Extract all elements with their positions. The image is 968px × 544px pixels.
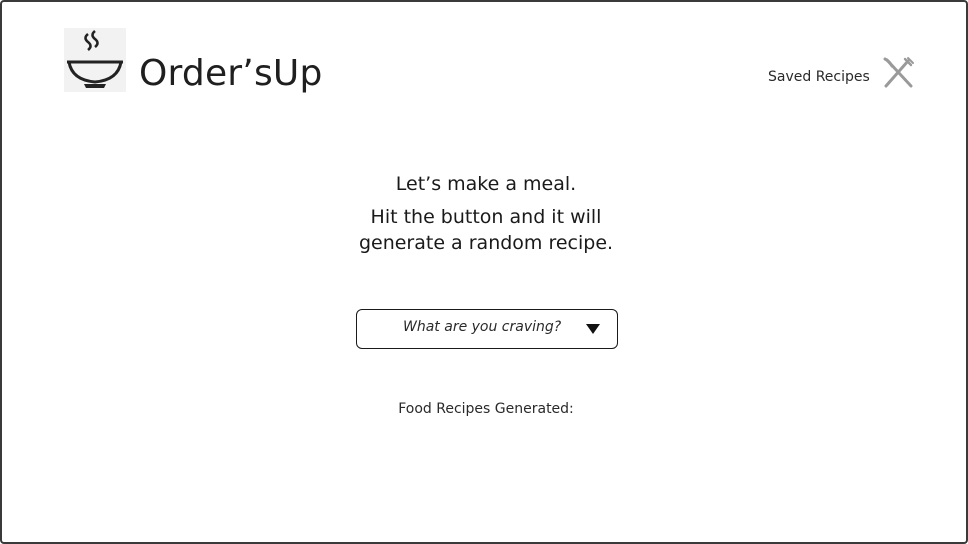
craving-dropdown[interactable]: What are you craving? bbox=[356, 309, 618, 349]
craving-dropdown-placeholder: What are you craving? bbox=[403, 319, 562, 335]
intro-description: Hit the button and it will generate a ra… bbox=[358, 206, 614, 254]
intro-text: Let’s make a meal. Hit the button and it… bbox=[286, 172, 686, 256]
fork-knife-icon[interactable] bbox=[880, 56, 916, 90]
app-window: Order’sUp Saved Recipes Let’s make a mea… bbox=[0, 0, 968, 544]
recipes-generated-label: Food Recipes Generated: bbox=[398, 401, 574, 417]
intro-heading: Let’s make a meal. bbox=[395, 173, 577, 195]
steaming-bowl-icon bbox=[64, 28, 126, 92]
triangle-down-icon bbox=[586, 324, 600, 334]
saved-recipes-link[interactable]: Saved Recipes bbox=[768, 68, 870, 86]
brand-name: Order’sUp bbox=[139, 53, 323, 94]
